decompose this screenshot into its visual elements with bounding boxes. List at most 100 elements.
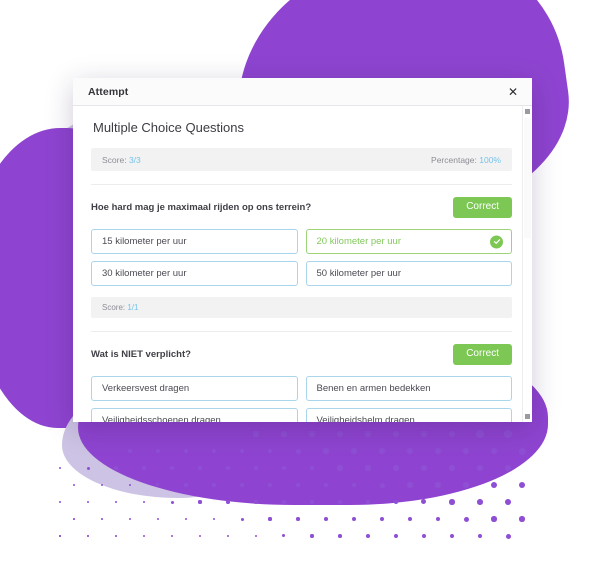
answer-option-label: Veiligheidshelm dragen <box>316 415 415 422</box>
answer-option[interactable]: Veiligheidsschoenen dragen <box>91 408 298 422</box>
decorative-dot <box>309 465 315 471</box>
decorative-dot <box>142 466 146 470</box>
halftone-dot-pattern <box>58 395 530 560</box>
answer-option[interactable]: 50 kilometer per uur <box>305 261 512 286</box>
decorative-dot <box>309 499 315 505</box>
decorative-dot <box>477 499 483 505</box>
decorative-dot <box>198 534 202 538</box>
decorative-dot <box>323 482 329 488</box>
question-block: Wat is NIET verplicht? Correct Verkeersv… <box>91 332 512 422</box>
decorative-dot <box>296 517 300 521</box>
summary-score: Score: 3/3 <box>102 155 141 165</box>
decorative-dot <box>114 466 118 470</box>
decorative-dot <box>72 483 76 487</box>
answer-option[interactable]: Veiligheidshelm dragen <box>305 408 512 422</box>
question-text: Hoe hard mag je maximaal rijden op ons t… <box>91 202 312 213</box>
question-score-bar: Score: 1/1 <box>91 297 512 318</box>
decorative-dot <box>183 448 188 453</box>
question-block: Hoe hard mag je maximaal rijden op ons t… <box>91 185 512 318</box>
decorative-dot <box>476 464 484 472</box>
decorative-dot <box>73 518 75 520</box>
decorative-dot <box>100 483 104 487</box>
status-badge[interactable]: Correct <box>453 344 512 365</box>
decorative-dot <box>101 518 103 520</box>
decorative-dot <box>351 482 357 488</box>
decorative-dot <box>142 500 146 504</box>
decorative-dot <box>462 447 470 455</box>
decorative-dot <box>463 482 469 488</box>
decorative-dot <box>379 482 385 488</box>
modal-body: Multiple Choice Questions Score: 3/3 Per… <box>73 106 532 422</box>
decorative-dot <box>337 465 343 471</box>
decorative-dot <box>518 481 526 489</box>
answer-option-selected[interactable]: 20 kilometer per uur <box>305 229 512 254</box>
scroll-up-arrow-icon[interactable] <box>525 109 530 114</box>
decorative-dot <box>225 465 231 471</box>
decorative-dot <box>323 448 329 454</box>
close-icon[interactable]: ✕ <box>507 84 519 100</box>
vertical-scrollbar[interactable] <box>522 106 532 422</box>
answer-option-label: 50 kilometer per uur <box>316 268 401 279</box>
decorative-dot <box>239 448 245 454</box>
decorative-dot <box>379 516 385 522</box>
decorative-dot <box>448 464 455 471</box>
decorative-dot <box>282 500 286 504</box>
decorative-dot <box>505 533 511 539</box>
decorative-dot <box>338 534 342 538</box>
decorative-dot <box>337 499 343 505</box>
question-text: Wat is NIET verplicht? <box>91 349 191 360</box>
decorative-dot <box>170 500 174 504</box>
decorative-dot <box>253 465 259 471</box>
decorative-dot <box>170 534 174 538</box>
answer-option[interactable]: 15 kilometer per uur <box>91 229 298 254</box>
scrollbar-thumb[interactable] <box>524 118 531 238</box>
decorative-dot <box>268 517 272 521</box>
decorative-dot <box>352 517 356 521</box>
decorative-dot <box>449 499 455 505</box>
decorative-dot <box>143 535 145 537</box>
question-header: Hoe hard mag je maximaal rijden op ons t… <box>91 197 512 218</box>
question-score-label: Score: <box>102 303 126 312</box>
answer-option-label: 20 kilometer per uur <box>316 236 401 247</box>
decorative-dot <box>477 533 483 539</box>
answer-option[interactable]: 30 kilometer per uur <box>91 261 298 286</box>
question-score-value: 1/1 <box>127 303 139 312</box>
decorative-dot <box>128 449 132 453</box>
decorative-dot <box>434 447 442 455</box>
answer-option[interactable]: Benen en armen bedekken <box>305 376 512 401</box>
decorative-dot <box>407 482 413 488</box>
decorative-dot <box>505 499 511 505</box>
decorative-dot <box>490 447 498 455</box>
answer-option[interactable]: Verkeersvest dragen <box>91 376 298 401</box>
answer-option-label: 15 kilometer per uur <box>102 236 187 247</box>
decorative-dot <box>254 534 258 538</box>
modal-title: Attempt <box>88 85 129 98</box>
question-score: Score: 1/1 <box>102 303 138 312</box>
summary-percentage-value: 100% <box>479 154 501 165</box>
decorative-dot <box>59 535 61 537</box>
decorative-dot <box>226 500 230 504</box>
decorative-dot <box>198 500 202 504</box>
answer-option-label: Veiligheidsschoenen dragen <box>102 415 221 422</box>
decorative-dot <box>448 430 456 438</box>
decorative-dot <box>156 449 160 453</box>
decorative-dot <box>366 534 370 538</box>
status-badge[interactable]: Correct <box>453 197 512 218</box>
decorative-dot <box>211 448 217 454</box>
summary-percentage: Percentage: 100% <box>431 155 501 165</box>
screenshot-root: Attempt ✕ Multiple Choice Questions Scor… <box>0 0 593 564</box>
decorative-dot <box>407 516 413 522</box>
decorative-dot <box>240 517 244 521</box>
decorative-dot <box>393 465 399 471</box>
decorative-dot <box>58 466 62 470</box>
decorative-dot <box>519 516 525 522</box>
decorative-dot <box>212 517 216 521</box>
decorative-dot <box>491 482 497 488</box>
summary-score-bar: Score: 3/3 Percentage: 100% <box>91 148 512 171</box>
decorative-dot <box>476 430 484 438</box>
decorative-dot <box>281 465 287 471</box>
scroll-down-arrow-icon[interactable] <box>525 414 530 419</box>
modal-header: Attempt ✕ <box>73 78 532 106</box>
decorative-dot <box>364 430 372 438</box>
decorative-dot <box>518 447 526 455</box>
